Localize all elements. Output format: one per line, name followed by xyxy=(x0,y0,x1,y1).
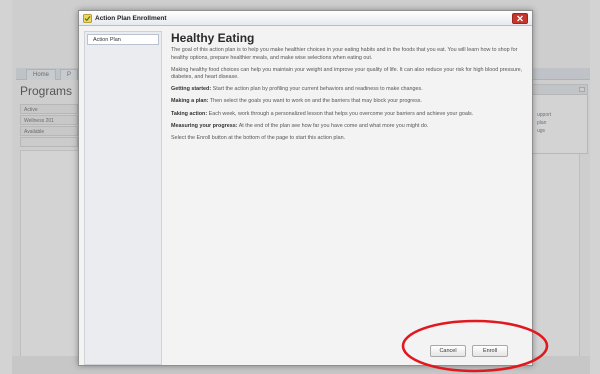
paragraph-text: Then select the goals you want to work o… xyxy=(208,98,422,105)
close-button[interactable] xyxy=(512,13,528,24)
paragraph-lead: Taking action: xyxy=(171,110,208,117)
paragraph-lead: Making a plan: xyxy=(171,98,209,105)
paragraph-text: At the end of the plan see how far you h… xyxy=(237,122,429,129)
paragraph-lead: Measuring your progress: xyxy=(171,122,238,129)
paragraph-text: The goal of this action plan is to help … xyxy=(171,47,518,61)
paragraph-text: Start the action plan by profiling your … xyxy=(211,86,423,93)
action-plan-dialog: Action Plan Enrollment Action Plan Healt… xyxy=(78,10,533,366)
close-icon xyxy=(517,15,523,22)
content-paragraphs: The goal of this action plan is to help … xyxy=(171,47,527,142)
paragraph-text: Each week, work through a personalized l… xyxy=(207,110,474,117)
content-paragraph: The goal of this action plan is to help … xyxy=(171,47,527,62)
nav-item-action-plan[interactable]: Action Plan xyxy=(87,34,159,45)
enroll-button[interactable]: Enroll xyxy=(472,345,508,357)
content-paragraph: Measuring your progress: At the end of t… xyxy=(171,123,527,131)
checklist-icon xyxy=(83,14,92,23)
dialog-titlebar[interactable]: Action Plan Enrollment xyxy=(79,11,532,26)
content-paragraph: Select the Enroll button at the bottom o… xyxy=(171,135,527,143)
paragraph-text: Select the Enroll button at the bottom o… xyxy=(171,134,346,141)
content-paragraph: Making a plan: Then select the goals you… xyxy=(171,98,527,106)
content-paragraph: Making healthy food choices can help you… xyxy=(171,67,527,82)
content-heading: Healthy Eating xyxy=(171,31,255,45)
paragraph-text: Making healthy food choices can help you… xyxy=(171,66,523,81)
dialog-nav-panel: Action Plan xyxy=(84,31,162,365)
dialog-title: Action Plan Enrollment xyxy=(95,15,167,22)
content-paragraph: Taking action: Each week, work through a… xyxy=(171,111,527,119)
cancel-button[interactable]: Cancel xyxy=(430,345,466,357)
paragraph-lead: Getting started: xyxy=(171,86,212,93)
dialog-content: Healthy Eating The goal of this action p… xyxy=(171,31,527,331)
content-paragraph: Getting started: Start the action plan b… xyxy=(171,86,527,94)
